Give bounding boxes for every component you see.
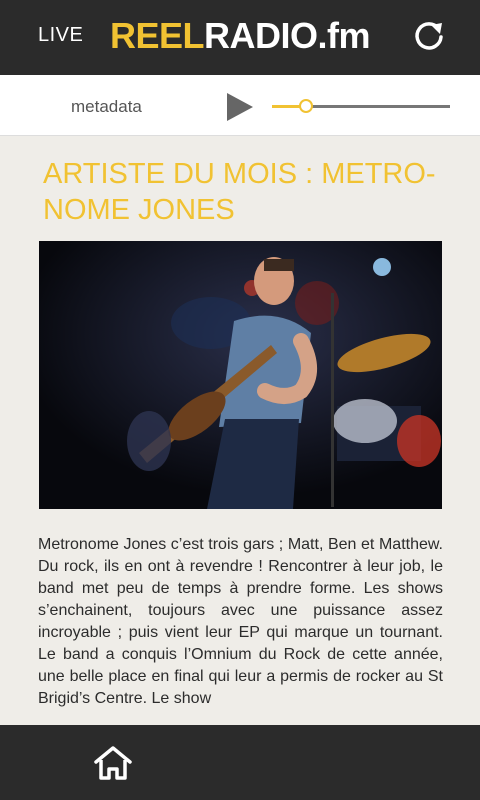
article-body: Metronome Jones c’est trois gars ; Matt,… xyxy=(38,536,443,707)
band-photo-illustration xyxy=(39,241,442,509)
volume-thumb[interactable] xyxy=(298,99,313,113)
logo-radio: RADIO.fm xyxy=(204,15,371,56)
app-logo: REELRADIO.fm xyxy=(0,14,480,58)
article-photo xyxy=(39,241,442,509)
refresh-icon[interactable] xyxy=(412,20,446,54)
bottom-nav-bar xyxy=(0,725,480,800)
play-icon[interactable] xyxy=(227,93,253,121)
top-app-bar: LIVE REELRADIO.fm xyxy=(0,0,480,75)
volume-slider[interactable] xyxy=(272,95,450,119)
logo-reel: REEL xyxy=(109,15,205,56)
home-icon[interactable] xyxy=(93,745,133,781)
player-bar: metadata xyxy=(0,75,480,136)
track-metadata: metadata xyxy=(71,97,142,116)
article-content[interactable]: ARTISTE DU MOIS : METRO-NOME JONES Metro… xyxy=(0,136,480,725)
article-title: ARTISTE DU MOIS : METRO-NOME JONES xyxy=(43,158,436,226)
